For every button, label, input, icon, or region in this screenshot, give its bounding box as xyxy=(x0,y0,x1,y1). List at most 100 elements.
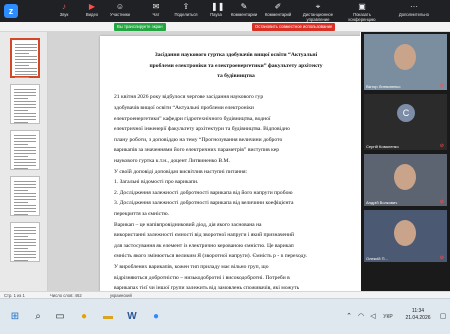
toolbar-button-8[interactable]: ⌖ Дистанционное управление xyxy=(296,1,340,22)
notifications-icon[interactable]: ▢ xyxy=(438,307,448,327)
page-thumbnail[interactable] xyxy=(10,130,40,170)
muted-mic-icon: ⊘ xyxy=(439,143,444,149)
thumbnail-text-line xyxy=(14,242,36,243)
participant-video-face xyxy=(394,164,416,190)
document-line: Варикап – це напівпровідниковий діод, ді… xyxy=(114,221,262,228)
toolbar-button-label: Комментарий xyxy=(264,12,292,17)
thumbnail-text-line xyxy=(14,233,36,234)
document-line: та будівництва xyxy=(217,73,255,80)
document-line: Засідання наукового гуртка здобувачів ви… xyxy=(154,52,318,58)
participant-tile[interactable]: Олексій П... ⊘ xyxy=(364,210,447,262)
document-line: У своїй доповіді доповідач висвітлив нас… xyxy=(114,168,248,175)
microphone-icon: ♪ xyxy=(62,2,66,11)
document-line: наукового гуртка к.т.н., доцент Литвинен… xyxy=(114,158,230,164)
participant-video-face xyxy=(394,220,416,246)
toolbar-button-label: Звук xyxy=(59,12,69,17)
page-thumbnail[interactable] xyxy=(10,84,40,124)
participant-tile[interactable]: С Сергій Коваленко ⊘ xyxy=(364,94,447,150)
thumbnail-text-line xyxy=(15,47,37,48)
stop-share-button[interactable]: Остановить совместное использование xyxy=(252,23,336,31)
thumbnail-text-line xyxy=(15,56,37,57)
participants-panel: Віктор Литвиненко ⊘ С Сергій Коваленко ⊘ Андр… xyxy=(361,32,450,291)
document-page[interactable]: Засідання наукового гуртка здобувачів ви… xyxy=(100,36,360,291)
word-taskbar-icon[interactable]: W xyxy=(124,307,140,327)
thumbnail-text-line xyxy=(14,141,36,142)
thumbnail-text-line xyxy=(14,181,36,182)
more-icon: ··· xyxy=(410,2,418,11)
toolbar-button-9[interactable]: ▣ Показать конференцию xyxy=(340,1,384,22)
clock[interactable]: 11:34 21.04.2026 xyxy=(400,308,436,322)
tray-up-icon[interactable]: ⌃ xyxy=(344,307,354,327)
thumbnail-text-line xyxy=(14,236,28,237)
toolbar-button-7[interactable]: ✐ Комментарий xyxy=(256,1,300,21)
thumbnail-text-line xyxy=(14,95,36,96)
thumbnail-text-line xyxy=(14,110,28,111)
thumbnail-text-line xyxy=(15,71,37,72)
participant-name: Сергій Коваленко xyxy=(366,144,399,149)
thumbnail-text-line xyxy=(15,53,29,54)
muted-mic-icon: ⊘ xyxy=(439,255,444,261)
thumbnail-text-line xyxy=(14,257,36,258)
thumbnail-text-line xyxy=(14,116,36,117)
document-line: здобувачів вищої освіти “Актуальні пробл… xyxy=(114,105,254,111)
keyboard-language[interactable]: УКР xyxy=(380,307,396,327)
participant-video-face xyxy=(394,44,416,70)
participant-name: Олексій П... xyxy=(366,256,388,261)
task-view-icon[interactable]: ▭ xyxy=(52,307,68,327)
thumbnail-text-line xyxy=(15,50,37,51)
remote-control-icon: ⌖ xyxy=(315,2,321,11)
thumbnail-text-line xyxy=(15,65,29,66)
search-icon[interactable]: ⌕ xyxy=(30,307,46,327)
participant-tile[interactable]: Андрій Волкович ⊘ xyxy=(364,154,447,206)
document-line: плану роботи, з доповіддю на тему “Прогн… xyxy=(114,136,283,143)
thumbnail-text-line xyxy=(14,211,36,212)
thumbnail-text-line xyxy=(14,187,36,188)
toolbar-button-label: Комментарии xyxy=(230,12,258,17)
page-thumbnails-pane[interactable] xyxy=(0,32,48,291)
thumbnail-text-line xyxy=(14,184,36,185)
thumbnail-text-line xyxy=(14,113,36,114)
thumbnail-text-line xyxy=(14,144,28,145)
toolbar-button-label: Участники xyxy=(109,12,130,17)
volume-icon[interactable]: ◁ xyxy=(368,307,378,327)
thumbnail-text-line xyxy=(14,190,28,191)
document-line: проблеми електроніки та електроенергетик… xyxy=(149,62,323,69)
thumbnail-text-line xyxy=(14,147,36,148)
thumbnail-text-line xyxy=(15,59,37,60)
thumbnail-text-line xyxy=(14,156,28,157)
clock-date: 21.04.2026 xyxy=(405,315,431,321)
thumbnail-text-line xyxy=(15,62,37,63)
thumbnail-text-line xyxy=(14,205,36,206)
page-thumbnail[interactable] xyxy=(10,38,40,78)
browser-icon[interactable]: ● xyxy=(76,307,92,327)
clock-time: 11:34 xyxy=(411,308,425,314)
document-line: варикапів за значеннями його електричних… xyxy=(114,147,279,154)
thumbnail-text-line xyxy=(14,159,36,160)
thumbnail-text-line xyxy=(14,107,36,108)
zoom-logo-icon: z xyxy=(4,4,18,18)
toolbar-button-label: Дополнительно xyxy=(398,12,430,17)
document-area[interactable]: Засідання наукового гуртка здобувачів ви… xyxy=(48,32,360,291)
page-thumbnail[interactable] xyxy=(10,222,40,262)
thumbnail-text-line xyxy=(14,248,28,249)
participant-tile[interactable]: Віктор Литвиненко ⊘ xyxy=(364,34,447,90)
document-line: У вироблених варикапів, кожен тип прилад… xyxy=(114,264,269,270)
zoom-taskbar-icon[interactable]: ● xyxy=(148,307,164,327)
video-icon: ▶ xyxy=(88,2,96,11)
participant-name: Віктор Литвиненко xyxy=(366,84,401,89)
toolbar-button-label: Чат xyxy=(152,12,160,17)
thumbnail-text-line xyxy=(14,208,36,209)
thumbnail-text-line xyxy=(14,92,36,93)
start-button[interactable]: ⊞ xyxy=(6,307,24,327)
file-explorer-icon[interactable]: ▬ xyxy=(100,307,116,327)
document-line: перекриття за ємністю. xyxy=(114,211,170,217)
thumbnail-text-line xyxy=(14,199,36,200)
network-icon[interactable]: ◠ xyxy=(356,307,366,327)
screen: z ♪ Звук ▶ Видео ☺ Участники ✉ Чат ⇪ Поделиться ❚❚… xyxy=(0,0,450,334)
thumbnail-text-line xyxy=(14,150,36,151)
toolbar-button-10[interactable]: ··· Дополнительно xyxy=(392,1,436,21)
toolbar-button-label: Дистанционное управление xyxy=(302,12,334,22)
thumbnail-text-line xyxy=(14,101,36,102)
thumbnail-text-line xyxy=(14,254,36,255)
page-thumbnail[interactable] xyxy=(10,176,40,216)
